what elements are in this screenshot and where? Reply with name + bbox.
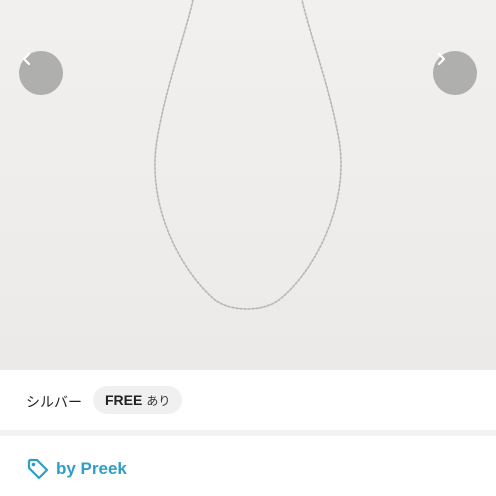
prev-image-button[interactable] xyxy=(19,51,63,95)
chevron-left-icon xyxy=(22,52,31,66)
necklace-image xyxy=(153,0,342,310)
brand-link[interactable]: by Preek xyxy=(26,456,127,482)
product-image[interactable] xyxy=(0,0,496,370)
variant-row: シルバー FREE あり xyxy=(0,370,496,430)
next-image-button[interactable] xyxy=(433,51,477,95)
section-divider xyxy=(0,430,496,436)
size-name: FREE xyxy=(105,392,143,408)
chevron-right-icon xyxy=(437,52,446,66)
tag-icon xyxy=(27,458,49,480)
size-chip[interactable]: FREE あり xyxy=(93,386,183,414)
stock-status: あり xyxy=(146,393,171,408)
variant-color-label: シルバー xyxy=(26,395,82,411)
product-page: シルバー FREE あり by Preek xyxy=(0,0,496,496)
brand-label: by Preek xyxy=(56,459,127,478)
